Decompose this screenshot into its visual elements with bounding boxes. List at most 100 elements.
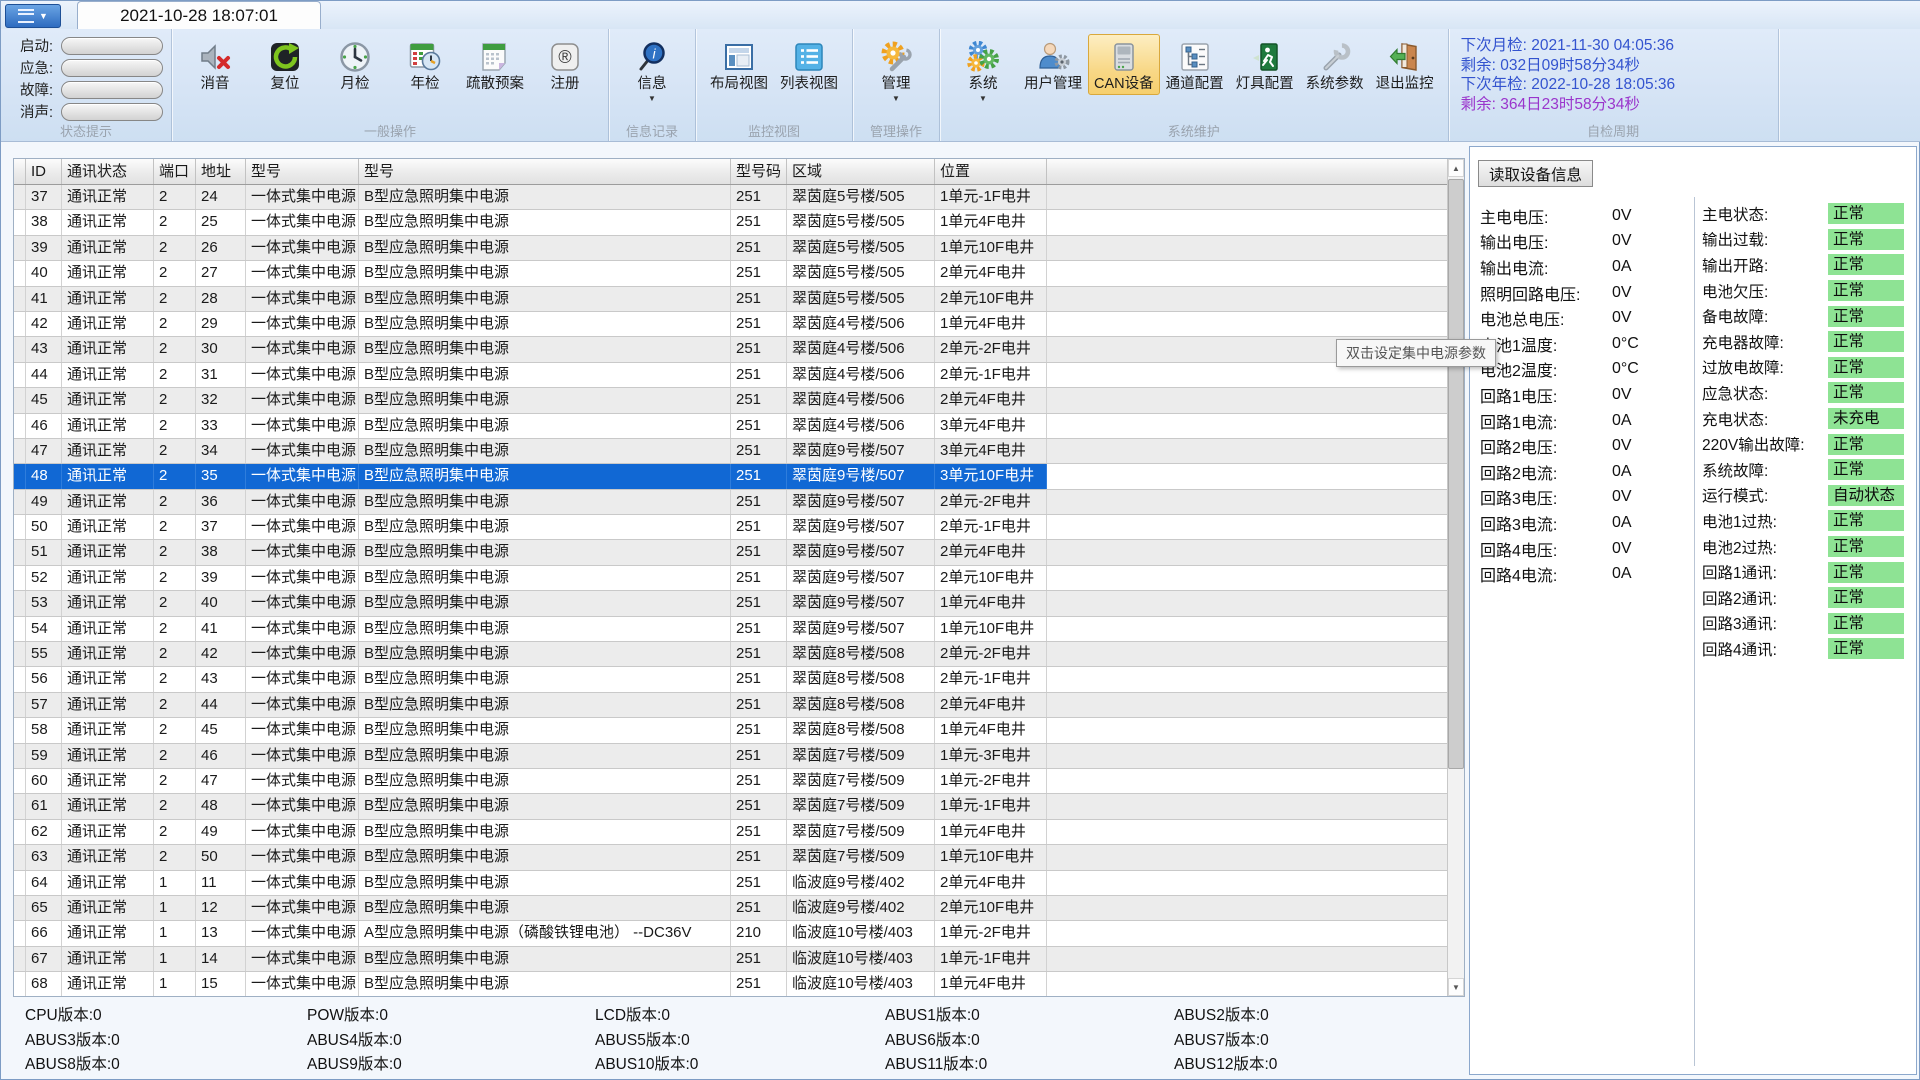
table-row[interactable]: 60通讯正常247一体式集中电源B型应急照明集中电源251翠茵庭7号楼/5091… (14, 769, 1448, 794)
table-row[interactable]: 49通讯正常236一体式集中电源B型应急照明集中电源251翠茵庭9号楼/5072… (14, 490, 1448, 515)
column-header-rowheader[interactable] (14, 159, 26, 184)
cell: 251 (731, 337, 787, 361)
toolbar-button-label: 管理 (882, 77, 911, 92)
toolbar-button-管理[interactable]: 管理 ▼ (861, 34, 931, 106)
table-row[interactable]: 61通讯正常248一体式集中电源B型应急照明集中电源251翠茵庭7号楼/5091… (14, 794, 1448, 819)
table-row[interactable]: 63通讯正常250一体式集中电源B型应急照明集中电源251翠茵庭7号楼/5091… (14, 845, 1448, 870)
cell: 翠茵庭4号楼/506 (787, 337, 935, 361)
app-menu-button[interactable]: ▼ (5, 4, 61, 28)
table-row[interactable]: 54通讯正常241一体式集中电源B型应急照明集中电源251翠茵庭9号楼/5071… (14, 617, 1448, 642)
user-manage-icon (1035, 40, 1071, 74)
metric-label: 回路1电流: (1480, 409, 1612, 433)
table-row[interactable]: 38通讯正常225一体式集中电源B型应急照明集中电源251翠茵庭5号楼/5051… (14, 210, 1448, 235)
toolbar-button-复位[interactable]: 复位 (250, 34, 320, 95)
table-row[interactable]: 64通讯正常111一体式集中电源B型应急照明集中电源251临波庭9号楼/4022… (14, 871, 1448, 896)
toolbar-button-通道配置[interactable]: 通道配置 (1160, 34, 1230, 95)
toolbar-button-消音[interactable]: 消音 (180, 34, 250, 95)
table-row[interactable]: 55通讯正常242一体式集中电源B型应急照明集中电源251翠茵庭8号楼/5082… (14, 642, 1448, 667)
toolbar-button-label: 消音 (201, 77, 230, 92)
scroll-up-button[interactable]: ▲ (1448, 159, 1464, 177)
cell: 翠茵庭7号楼/509 (787, 845, 935, 869)
toolbar-button-系统[interactable]: 系统▼ (948, 34, 1018, 106)
cell: 3单元10F电井 (935, 464, 1047, 488)
read-device-info-button[interactable]: 读取设备信息 (1478, 160, 1593, 187)
toolbar-button-信息[interactable]: i信息▼ (617, 34, 687, 106)
column-header-型号[interactable]: 型号 (246, 159, 359, 184)
table-row[interactable]: 50通讯正常237一体式集中电源B型应急照明集中电源251翠茵庭9号楼/5072… (14, 515, 1448, 540)
toolbar-button-列表视图[interactable]: 列表视图 (774, 34, 844, 95)
device-table-body: ID通讯状态端口地址型号型号型号码区域位置37通讯正常224一体式集中电源B型应… (14, 159, 1448, 996)
status-indicator-list: 启动:应急:故障:消声: (9, 34, 163, 120)
table-row[interactable]: 43通讯正常230一体式集中电源B型应急照明集中电源251翠茵庭4号楼/5062… (14, 337, 1448, 362)
column-header-位置[interactable]: 位置 (935, 159, 1047, 184)
column-header-ID[interactable]: ID (26, 159, 62, 184)
version-label: CPU版本:0 (25, 1003, 102, 1025)
table-row[interactable]: 53通讯正常240一体式集中电源B型应急照明集中电源251翠茵庭9号楼/5071… (14, 591, 1448, 616)
table-row[interactable]: 68通讯正常115一体式集中电源B型应急照明集中电源251临波庭10号楼/403… (14, 972, 1448, 996)
table-row[interactable]: 42通讯正常229一体式集中电源B型应急照明集中电源251翠茵庭4号楼/5061… (14, 312, 1448, 337)
table-row[interactable]: 51通讯正常238一体式集中电源B型应急照明集中电源251翠茵庭9号楼/5072… (14, 540, 1448, 565)
table-row[interactable]: 48通讯正常235一体式集中电源B型应急照明集中电源251翠茵庭9号楼/5073… (14, 464, 1448, 489)
table-row[interactable]: 47通讯正常234一体式集中电源B型应急照明集中电源251翠茵庭9号楼/5073… (14, 439, 1448, 464)
column-header-区域[interactable]: 区域 (787, 159, 935, 184)
toolbar-button-系统参数[interactable]: 系统参数 (1300, 34, 1370, 95)
metric-value: 0V (1612, 309, 1632, 327)
table-row[interactable]: 39通讯正常226一体式集中电源B型应急照明集中电源251翠茵庭5号楼/5051… (14, 236, 1448, 261)
table-row[interactable]: 58通讯正常245一体式集中电源B型应急照明集中电源251翠茵庭8号楼/5081… (14, 718, 1448, 743)
cell: 251 (731, 185, 787, 209)
scroll-down-button[interactable]: ▼ (1448, 978, 1464, 996)
toolbar-button-疏散预案[interactable]: 疏散预案 (460, 34, 530, 95)
toolbar-button-布局视图[interactable]: 布局视图 (704, 34, 774, 95)
selfcheck-line: 下次月检: 2021-11-30 04:05:36 (1461, 36, 1676, 56)
table-row[interactable]: 44通讯正常231一体式集中电源B型应急照明集中电源251翠茵庭4号楼/5062… (14, 363, 1448, 388)
toolbar-button-灯具配置[interactable]: 灯具配置 (1230, 34, 1300, 95)
cell: 1单元4F电井 (935, 312, 1047, 336)
table-row[interactable]: 46通讯正常233一体式集中电源B型应急照明集中电源251翠茵庭4号楼/5063… (14, 414, 1448, 439)
speaker-mute-icon (197, 40, 233, 74)
cell (14, 210, 26, 234)
table-row[interactable]: 40通讯正常227一体式集中电源B型应急照明集中电源251翠茵庭5号楼/5052… (14, 261, 1448, 286)
column-header-型号码[interactable]: 型号码 (731, 159, 787, 184)
status-item-label: 220V输出故障: (1702, 433, 1828, 455)
table-row[interactable]: 37通讯正常224一体式集中电源B型应急照明集中电源251翠茵庭5号楼/5051… (14, 185, 1448, 210)
column-header-端口[interactable]: 端口 (154, 159, 196, 184)
table-row[interactable]: 62通讯正常249一体式集中电源B型应急照明集中电源251翠茵庭7号楼/5091… (14, 820, 1448, 845)
cell: 37 (26, 185, 62, 209)
toolbar-button-用户管理[interactable]: 用户管理 (1018, 34, 1088, 95)
column-header-地址[interactable]: 地址 (196, 159, 246, 184)
status-item-row: 充电器故障:正常 (1702, 329, 1912, 355)
cell: 3单元4F电井 (935, 414, 1047, 438)
status-label: 故障: (9, 79, 53, 100)
table-row[interactable]: 45通讯正常232一体式集中电源B型应急照明集中电源251翠茵庭4号楼/5062… (14, 388, 1448, 413)
table-row[interactable]: 52通讯正常239一体式集中电源B型应急照明集中电源251翠茵庭9号楼/5072… (14, 566, 1448, 591)
table-row[interactable]: 66通讯正常113一体式集中电源A型应急照明集中电源（磷酸铁锂电池） --DC3… (14, 921, 1448, 946)
cell-filler (1047, 261, 1448, 285)
table-row[interactable]: 57通讯正常244一体式集中电源B型应急照明集中电源251翠茵庭8号楼/5082… (14, 693, 1448, 718)
cell: B型应急照明集中电源 (359, 642, 731, 666)
toolbar-button-年检[interactable]: 年检 (390, 34, 460, 95)
table-row[interactable]: 67通讯正常114一体式集中电源B型应急照明集中电源251临波庭10号楼/403… (14, 947, 1448, 972)
status-value-badge: 正常 (1828, 203, 1904, 224)
can-device-icon (1106, 40, 1142, 74)
column-header-型号[interactable]: 型号 (359, 159, 731, 184)
table-row[interactable]: 41通讯正常228一体式集中电源B型应急照明集中电源251翠茵庭5号楼/5052… (14, 287, 1448, 312)
cell: 251 (731, 947, 787, 971)
scrollbar-thumb[interactable] (1448, 179, 1464, 769)
table-row[interactable]: 65通讯正常112一体式集中电源B型应急照明集中电源251临波庭9号楼/4022… (14, 896, 1448, 921)
toolbar-button-注册[interactable]: ®注册 (530, 34, 600, 95)
status-item-label: 电池2过热: (1702, 536, 1828, 558)
metric-row: 电池总电压:0V (1480, 305, 1688, 331)
cell: 翠茵庭8号楼/508 (787, 718, 935, 742)
toolbar-button-退出监控[interactable]: 退出监控 (1370, 34, 1440, 95)
table-row[interactable]: 59通讯正常246一体式集中电源B型应急照明集中电源251翠茵庭7号楼/5091… (14, 744, 1448, 769)
status-item-label: 充电状态: (1702, 408, 1828, 430)
table-row[interactable]: 56通讯正常243一体式集中电源B型应急照明集中电源251翠茵庭8号楼/5082… (14, 667, 1448, 692)
vertical-scrollbar[interactable]: ▲ ▼ (1447, 159, 1464, 996)
session-tab[interactable]: 2021-10-28 18:07:01 (77, 1, 321, 29)
column-header-通讯状态[interactable]: 通讯状态 (62, 159, 154, 184)
chevron-down-icon: ▼ (892, 95, 900, 103)
cell: 通讯正常 (62, 871, 154, 895)
cell: B型应急照明集中电源 (359, 540, 731, 564)
toolbar-button-CAN设备[interactable]: CAN设备 (1088, 34, 1160, 95)
toolbar-button-月检[interactable]: 月检 (320, 34, 390, 95)
